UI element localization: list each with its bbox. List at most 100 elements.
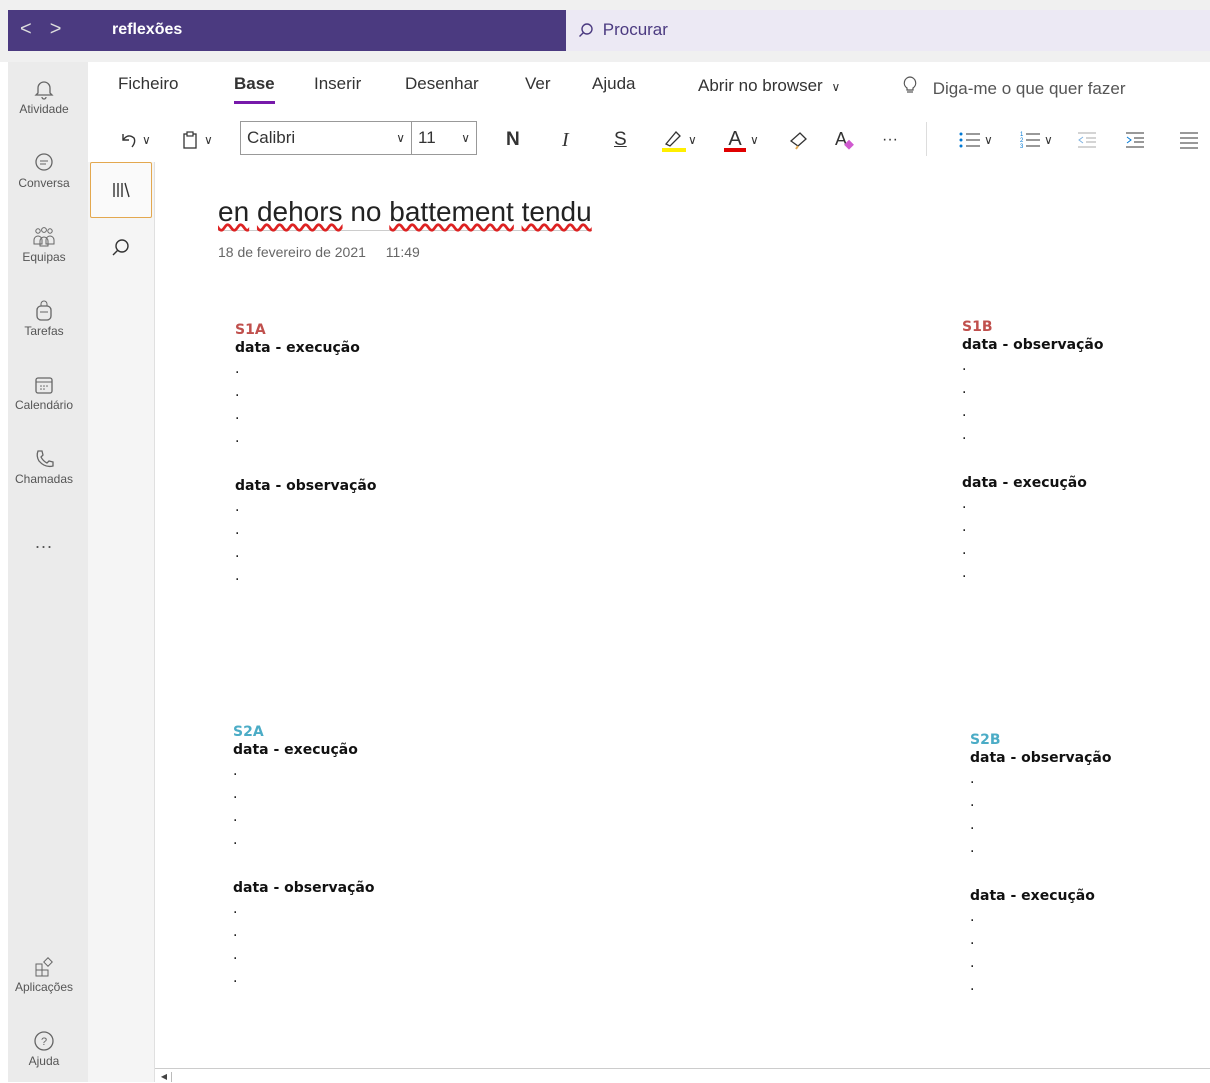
bullet-dot: .	[970, 771, 975, 787]
font-color-button[interactable]: A ∨	[722, 124, 759, 156]
bullet-dot: .	[970, 909, 975, 925]
bullet-dot: .	[235, 499, 240, 515]
notebooks-button[interactable]	[90, 162, 152, 218]
bullet-dot: .	[962, 519, 967, 535]
title-word: battement	[389, 196, 514, 227]
format-painter-icon	[789, 132, 807, 150]
tab-home[interactable]: Base	[234, 74, 275, 104]
section-label: S2B	[970, 732, 1001, 748]
chat-icon	[35, 153, 53, 171]
note-block-s1a[interactable]: S1A data - execução . . . . data - obser…	[235, 322, 376, 590]
entry-label: data - observação	[962, 337, 1104, 353]
bullet-dot: .	[970, 978, 975, 994]
lightbulb-icon	[903, 76, 917, 93]
decrease-indent-icon	[1078, 132, 1096, 148]
format-painter-button[interactable]	[788, 124, 810, 156]
back-button[interactable]: <	[20, 18, 50, 40]
bold-button[interactable]: N	[506, 124, 520, 156]
forward-button[interactable]: >	[50, 18, 80, 40]
page-timestamp: 18 de fevereiro de 2021 11:49	[218, 244, 436, 260]
increase-indent-button[interactable]	[1124, 124, 1146, 156]
paste-button[interactable]: ∨	[180, 124, 213, 156]
bullet-dot: .	[235, 384, 240, 400]
rail-item-calls[interactable]: Chamadas	[8, 448, 80, 486]
note-block-s2a[interactable]: S2A data - execução . . . . data - obser…	[233, 724, 374, 992]
bullet-dot: .	[235, 361, 240, 377]
open-in-browser-button[interactable]: Abrir no browser ∨	[698, 76, 840, 96]
chevron-down-icon: ∨	[831, 80, 841, 94]
tab-insert[interactable]: Inserir	[314, 74, 361, 94]
section-label: S1A	[235, 322, 266, 338]
underline-button[interactable]: S	[614, 124, 627, 156]
notebook-nav	[88, 162, 155, 1082]
section-label: S2A	[233, 724, 264, 740]
bullet-dot: .	[962, 427, 967, 443]
note-block-s2b[interactable]: S2B data - observação . . . . data - exe…	[970, 732, 1111, 1000]
tab-draw[interactable]: Desenhar	[405, 74, 479, 94]
entry-label: data - observação	[970, 750, 1112, 766]
note-block-s1b[interactable]: S1B data - observação . . . . data - exe…	[962, 319, 1103, 587]
bullet-dot: .	[233, 924, 238, 940]
tab-view[interactable]: Ver	[525, 74, 551, 94]
tell-me-text: Diga-me o que quer fazer	[932, 79, 1126, 98]
rail-item-teams[interactable]: Equipas	[8, 226, 80, 264]
tab-file[interactable]: Ficheiro	[118, 74, 178, 94]
phone-icon	[36, 450, 54, 468]
bullet-dot: .	[233, 832, 238, 848]
calendar-icon	[35, 377, 53, 394]
library-icon	[113, 182, 130, 198]
page-title[interactable]: en dehors no battement tendu	[218, 196, 592, 231]
bullet-dot: .	[235, 568, 240, 584]
chevron-down-icon: ∨	[142, 133, 151, 147]
numbering-button[interactable]: 123 ∨	[1018, 124, 1053, 156]
rail-label: Tarefas	[24, 324, 64, 338]
font-size-select[interactable]: 11 ∨	[411, 121, 477, 155]
horizontal-scrollbar[interactable]: ◀	[155, 1068, 1210, 1083]
increase-indent-icon	[1126, 132, 1144, 148]
align-icon	[1180, 132, 1198, 149]
align-button[interactable]	[1178, 124, 1198, 156]
title-bar: <> reflexões Procurar	[0, 0, 1210, 62]
entry-label: data - execução	[970, 888, 1095, 904]
bullet-dot: .	[233, 763, 238, 779]
highlight-button[interactable]: ∨	[660, 124, 697, 156]
decrease-indent-button[interactable]	[1076, 124, 1098, 156]
font-name-value: Calibri	[247, 128, 296, 147]
chevron-down-icon: ∨	[461, 131, 470, 145]
rail-item-chat[interactable]: Conversa	[8, 152, 80, 190]
bullet-dot: .	[970, 794, 975, 810]
more-icon: ...	[34, 532, 53, 552]
rail-item-calendar[interactable]: Calendário	[8, 374, 80, 412]
search-icon	[579, 23, 593, 37]
rail-item-help[interactable]: ? Ajuda	[8, 1030, 80, 1068]
rail-item-tasks[interactable]: Tarefas	[8, 300, 80, 338]
page-date: 18 de fevereiro de 2021	[218, 244, 366, 260]
svg-text:A: A	[835, 129, 847, 149]
bullets-button[interactable]: ∨	[958, 124, 993, 156]
rail-item-activity[interactable]: Atividade	[8, 78, 80, 116]
title-word: tendu	[521, 196, 592, 227]
more-apps-button[interactable]: ...	[8, 532, 80, 553]
bullet-dot: .	[233, 786, 238, 802]
bullet-dot: .	[233, 809, 238, 825]
font-name-select[interactable]: Calibri ∨	[240, 121, 412, 155]
search-notes-button[interactable]	[90, 220, 152, 276]
bullet-dot: .	[970, 817, 975, 833]
rail-item-apps[interactable]: Aplicações	[8, 956, 80, 994]
chevron-down-icon: ∨	[984, 133, 993, 147]
backpack-icon	[36, 300, 52, 321]
open-in-browser-label: Abrir no browser	[698, 76, 823, 95]
tab-help[interactable]: Ajuda	[592, 74, 635, 94]
app-rail: Atividade Conversa Equipas Tarefas Calen…	[8, 62, 88, 1082]
search-box[interactable]: Procurar	[566, 10, 1210, 51]
scroll-left-icon[interactable]: ◀	[157, 1072, 172, 1082]
more-options-button[interactable]: ···	[882, 124, 898, 156]
bell-icon	[34, 81, 54, 100]
tell-me-box[interactable]: Diga-me o que quer fazer	[902, 76, 1126, 99]
italic-button[interactable]: I	[562, 124, 569, 156]
undo-button[interactable]: ∨	[118, 124, 151, 156]
bullet-dot: .	[962, 565, 967, 581]
clear-formatting-button[interactable]: A	[832, 124, 856, 156]
note-canvas[interactable]: en dehors no battement tendu 18 de fever…	[155, 162, 1210, 1070]
bullet-dot: .	[970, 840, 975, 856]
